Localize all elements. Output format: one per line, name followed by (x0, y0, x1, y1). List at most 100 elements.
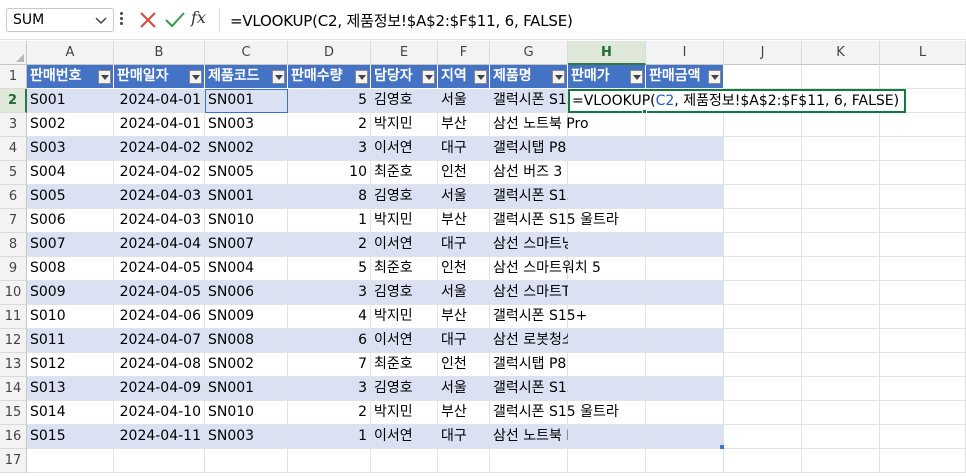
table-cell[interactable]: 김영호 (371, 89, 438, 113)
empty-cell[interactable] (114, 449, 205, 473)
empty-cell[interactable] (802, 65, 880, 89)
empty-cell[interactable] (724, 377, 802, 401)
row-header-14[interactable]: 14 (0, 377, 27, 401)
table-header-cell[interactable]: 지역 (438, 65, 490, 89)
table-cell[interactable]: SN006 (205, 281, 288, 305)
empty-cell[interactable] (802, 137, 880, 161)
table-cell[interactable]: 7 (288, 353, 371, 377)
table-cell[interactable] (568, 353, 646, 377)
table-cell[interactable]: SN005 (205, 161, 288, 185)
table-cell[interactable] (646, 257, 724, 281)
empty-cell[interactable] (724, 185, 802, 209)
column-header-l[interactable]: L (880, 41, 966, 65)
table-cell[interactable]: S013 (27, 377, 114, 401)
table-cell[interactable]: S003 (27, 137, 114, 161)
table-cell[interactable]: 2024-04-01 (114, 89, 205, 113)
table-cell[interactable]: SN003 (205, 425, 288, 449)
table-cell[interactable]: 2 (288, 113, 371, 137)
empty-cell[interactable] (880, 425, 966, 449)
table-cell[interactable] (568, 209, 646, 233)
table-cell[interactable]: 대구 (438, 425, 490, 449)
table-header-cell[interactable]: 판매가 (568, 65, 646, 89)
table-cell[interactable]: 인천 (438, 161, 490, 185)
empty-cell[interactable] (880, 257, 966, 281)
table-cell[interactable]: 박지민 (371, 305, 438, 329)
table-cell[interactable]: 1 (288, 425, 371, 449)
table-cell[interactable]: 3 (288, 137, 371, 161)
table-cell[interactable] (646, 185, 724, 209)
empty-cell[interactable] (880, 377, 966, 401)
empty-cell[interactable] (880, 401, 966, 425)
enter-check-icon[interactable] (164, 10, 186, 30)
chevron-down-icon[interactable] (93, 11, 109, 29)
empty-cell[interactable] (802, 281, 880, 305)
empty-cell[interactable] (880, 113, 966, 137)
column-header-k[interactable]: K (802, 41, 880, 65)
table-cell[interactable]: 2024-04-09 (114, 377, 205, 401)
table-cell[interactable] (646, 137, 724, 161)
table-cell[interactable] (568, 185, 646, 209)
table-header-cell[interactable]: 제품명 (490, 65, 568, 89)
insert-function-icon[interactable]: fx (191, 8, 213, 32)
empty-cell[interactable] (724, 401, 802, 425)
empty-cell[interactable] (880, 161, 966, 185)
table-cell[interactable]: 박지민 (371, 209, 438, 233)
row-header-17[interactable]: 17 (0, 449, 27, 473)
filter-dropdown-icon[interactable] (189, 70, 202, 84)
empty-cell[interactable] (802, 233, 880, 257)
filter-dropdown-icon[interactable] (355, 70, 368, 84)
cancel-icon[interactable] (138, 10, 158, 30)
filter-dropdown-icon[interactable] (272, 70, 285, 84)
empty-cell[interactable] (880, 233, 966, 257)
filter-dropdown-icon[interactable] (708, 70, 721, 84)
column-header-b[interactable]: B (114, 41, 205, 65)
row-header-12[interactable]: 12 (0, 329, 27, 353)
empty-cell[interactable] (802, 377, 880, 401)
table-cell[interactable]: S008 (27, 257, 114, 281)
table-cell[interactable]: 갤럭시탭 P8 (490, 353, 568, 377)
fill-handle[interactable] (642, 109, 647, 114)
table-cell[interactable] (568, 305, 646, 329)
table-cell[interactable]: 2024-04-07 (114, 329, 205, 353)
table-cell[interactable]: SN008 (205, 329, 288, 353)
table-cell[interactable]: 10 (288, 161, 371, 185)
table-cell[interactable]: 최준호 (371, 353, 438, 377)
table-cell[interactable]: SN001 (205, 185, 288, 209)
table-cell[interactable]: 2024-04-02 (114, 137, 205, 161)
table-cell[interactable]: 2024-04-05 (114, 257, 205, 281)
empty-cell[interactable] (880, 449, 966, 473)
table-cell[interactable]: S007 (27, 233, 114, 257)
name-box[interactable]: SUM (6, 8, 114, 32)
table-cell[interactable]: 삼선 노트북 Pro (490, 113, 589, 137)
table-cell[interactable]: 3 (288, 377, 371, 401)
table-cell[interactable]: 김영호 (371, 281, 438, 305)
table-cell[interactable] (646, 377, 724, 401)
table-cell[interactable]: SN007 (205, 233, 288, 257)
formula-input[interactable]: =VLOOKUP(C2, 제품정보!$A$2:$F$11, 6, FALSE) (230, 10, 573, 31)
empty-cell[interactable] (802, 401, 880, 425)
row-header-8[interactable]: 8 (0, 233, 27, 257)
table-cell[interactable] (646, 209, 724, 233)
table-cell[interactable] (568, 281, 646, 305)
table-cell[interactable]: 삼선 스마트냉장고 (490, 233, 601, 257)
table-cell[interactable]: 서울 (438, 89, 490, 113)
table-cell[interactable]: SN003 (205, 113, 288, 137)
table-cell[interactable]: 5 (288, 89, 371, 113)
row-header-5[interactable]: 5 (0, 161, 27, 185)
table-cell[interactable]: 이서연 (371, 137, 438, 161)
empty-cell[interactable] (880, 65, 966, 89)
table-cell[interactable] (646, 329, 724, 353)
table-cell[interactable]: SN004 (205, 257, 288, 281)
table-cell[interactable]: SN009 (205, 305, 288, 329)
table-cell[interactable]: 갤럭시폰 S15 울트라 (490, 209, 619, 233)
table-cell[interactable]: 삼선 스마트TV 4K (490, 281, 603, 305)
row-header-6[interactable]: 6 (0, 185, 27, 209)
table-header-cell[interactable]: 제품코드 (205, 65, 288, 89)
table-cell[interactable] (646, 113, 724, 137)
empty-cell[interactable] (371, 449, 438, 473)
empty-cell[interactable] (802, 425, 880, 449)
table-cell[interactable]: 2 (288, 233, 371, 257)
table-cell[interactable]: SN010 (205, 401, 288, 425)
row-header-7[interactable]: 7 (0, 209, 27, 233)
empty-cell[interactable] (288, 449, 371, 473)
